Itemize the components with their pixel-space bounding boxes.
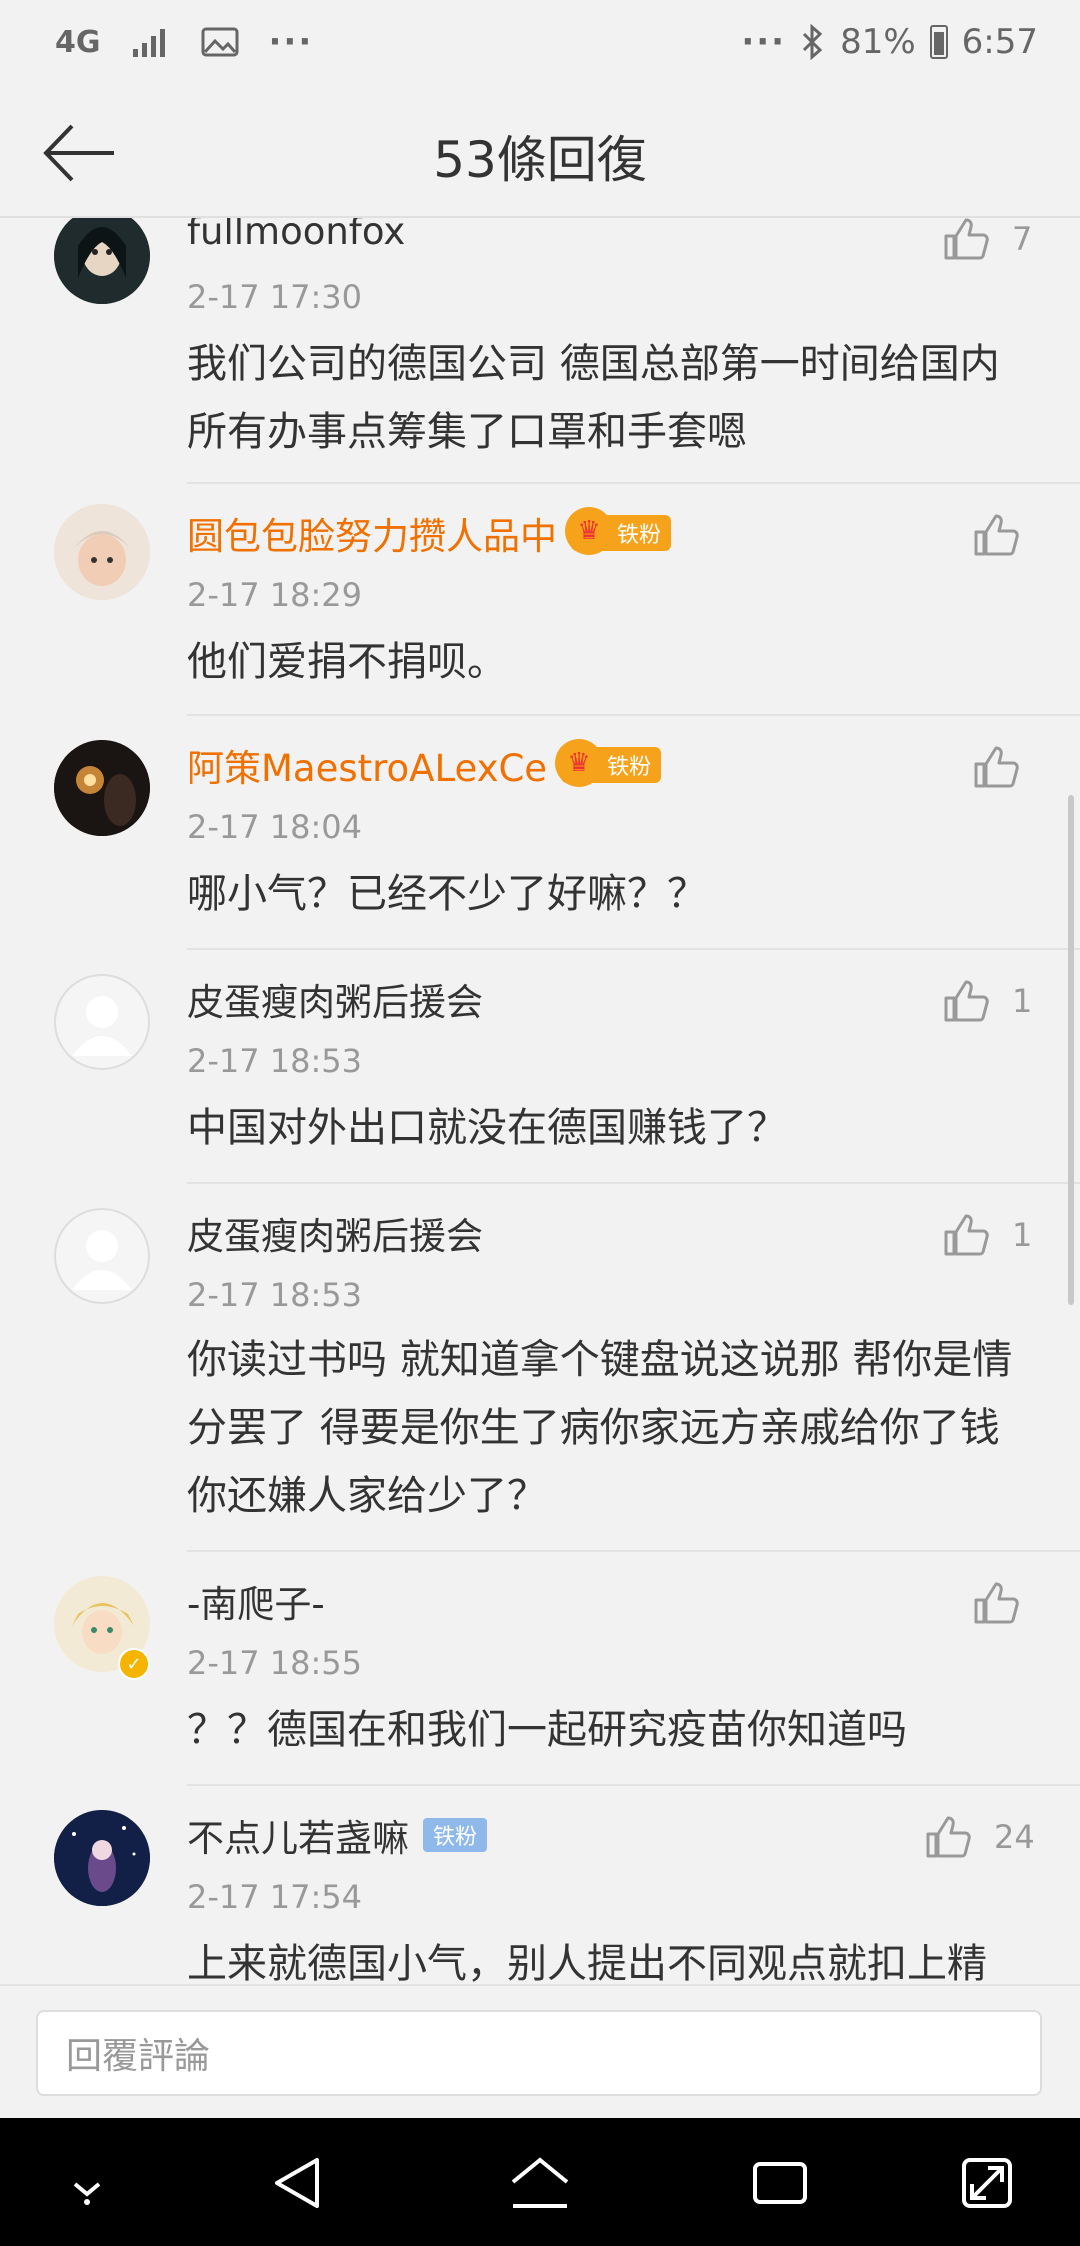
like-button[interactable]: 1 xyxy=(942,1212,1032,1258)
thumbs-up-icon xyxy=(944,1214,989,1256)
nav-recents-icon[interactable] xyxy=(745,2148,815,2218)
divider xyxy=(187,714,1080,716)
image-icon xyxy=(201,27,238,57)
comment-text: 上来就德国小气，别人提出不同观点就扣上精 xyxy=(187,1941,987,1984)
fan-badge: 铁粉 xyxy=(423,1818,488,1852)
timestamp: 2-17 17:30 xyxy=(187,278,363,316)
comment-text: 哪小气？已经不少了好嘛？？ xyxy=(187,871,707,917)
username[interactable]: 阿策MaestroALexCe ♛ 铁粉 xyxy=(187,738,662,792)
timestamp: 2-17 18:29 xyxy=(187,576,363,614)
reply-placeholder: 回覆評論 xyxy=(66,2036,211,2077)
like-button[interactable]: 7 xyxy=(942,218,1032,262)
thumbs-up-icon xyxy=(974,1582,1019,1624)
avatar[interactable] xyxy=(54,740,150,836)
username[interactable]: 圆包包脸努力攒人品中 ♛ 铁粉 xyxy=(187,506,672,560)
divider xyxy=(187,1784,1080,1786)
like-count: 24 xyxy=(994,1818,1035,1856)
like-count: 1 xyxy=(1012,982,1033,1020)
comment-text: 你读过书吗 就知道拿个键盘说这说那 帮你是情分罢了 得要是你生了病你家远方亲戚给… xyxy=(187,1337,1013,1519)
avatar[interactable] xyxy=(54,218,150,304)
status-right: ··· 81% 6:57 xyxy=(741,22,1038,62)
like-button[interactable] xyxy=(972,1580,1020,1626)
username[interactable]: 皮蛋瘦肉粥后援会 xyxy=(187,972,483,1026)
nav-expand-icon[interactable] xyxy=(952,2148,1022,2218)
avatar[interactable] xyxy=(54,1208,150,1304)
battery-icon xyxy=(929,25,948,59)
thumbs-up-icon xyxy=(944,980,989,1022)
scrollbar[interactable] xyxy=(1068,795,1074,1305)
nav-back-icon[interactable] xyxy=(265,2148,335,2218)
status-left: 4G ··· xyxy=(55,22,313,62)
divider xyxy=(187,948,1080,950)
status-more-right: ··· xyxy=(741,22,787,62)
navigation-bar xyxy=(0,2118,1080,2246)
timestamp: 2-17 17:54 xyxy=(187,1878,363,1916)
timestamp: 2-17 18:55 xyxy=(187,1644,363,1682)
username[interactable]: fullmoonfox xyxy=(187,218,405,253)
bluetooth-icon xyxy=(803,24,823,60)
crown-icon: ♛ xyxy=(565,507,613,555)
thumbs-up-icon xyxy=(974,746,1019,788)
like-count: 1 xyxy=(1012,1216,1033,1254)
nav-down-icon[interactable] xyxy=(52,2148,122,2218)
page-title: 53條回復 xyxy=(433,131,647,189)
default-avatar-icon xyxy=(72,996,132,1056)
fan-badge: ♛ 铁粉 xyxy=(565,507,672,555)
like-button[interactable]: 24 xyxy=(924,1814,1035,1860)
thumbs-up-icon xyxy=(974,514,1019,556)
username[interactable]: -南爬子- xyxy=(187,1574,325,1628)
username[interactable]: 不点儿若盏嘛 铁粉 xyxy=(187,1808,488,1862)
status-bar: 4G ··· ··· 81% 6:57 xyxy=(0,0,1080,90)
divider xyxy=(187,1182,1080,1184)
comment-list[interactable]: fullmoonfox 2-17 17:30 我们公司的德国公司 德国总部第一时… xyxy=(0,218,1080,1984)
reply-bar: 回覆評論 xyxy=(0,1984,1080,2120)
verified-icon: ✓ xyxy=(118,1648,150,1680)
username[interactable]: 皮蛋瘦肉粥后援会 xyxy=(187,1206,483,1260)
comment-text: 他们爱捐不捐呗。 xyxy=(187,639,507,685)
crown-icon: ♛ xyxy=(555,739,604,787)
signal-icon xyxy=(132,29,165,57)
like-count: 7 xyxy=(1012,220,1033,258)
like-button[interactable] xyxy=(972,744,1020,790)
nav-home-icon[interactable] xyxy=(505,2148,575,2218)
like-button[interactable] xyxy=(972,512,1020,558)
default-avatar-icon xyxy=(72,1230,132,1290)
comment-text: ？？德国在和我们一起研究疫苗你知道吗 xyxy=(187,1707,907,1753)
avatar[interactable] xyxy=(54,504,150,600)
divider xyxy=(187,1550,1080,1552)
like-button[interactable]: 1 xyxy=(942,978,1032,1024)
reply-input[interactable]: 回覆評論 xyxy=(36,2010,1042,2096)
thumbs-up-icon xyxy=(926,1816,971,1858)
divider xyxy=(187,482,1080,484)
status-more-left: ··· xyxy=(268,22,314,62)
timestamp: 2-17 18:53 xyxy=(187,1276,363,1314)
header: 53條回復 xyxy=(0,90,1080,218)
network-type: 4G xyxy=(55,24,101,60)
comment-text: 我们公司的德国公司 德国总部第一时间给国内所有办事点筹集了口罩和手套嗯 xyxy=(187,341,1000,455)
comment-text: 中国对外出口就没在德国赚钱了？ xyxy=(187,1105,787,1151)
timestamp: 2-17 18:04 xyxy=(187,808,363,846)
thumbs-up-icon xyxy=(944,218,989,260)
clock: 6:57 xyxy=(961,22,1038,62)
fan-badge: ♛ 铁粉 xyxy=(555,739,662,787)
avatar[interactable] xyxy=(54,1810,150,1906)
battery-percent: 81% xyxy=(840,22,916,62)
timestamp: 2-17 18:53 xyxy=(187,1042,363,1080)
avatar[interactable] xyxy=(54,974,150,1070)
